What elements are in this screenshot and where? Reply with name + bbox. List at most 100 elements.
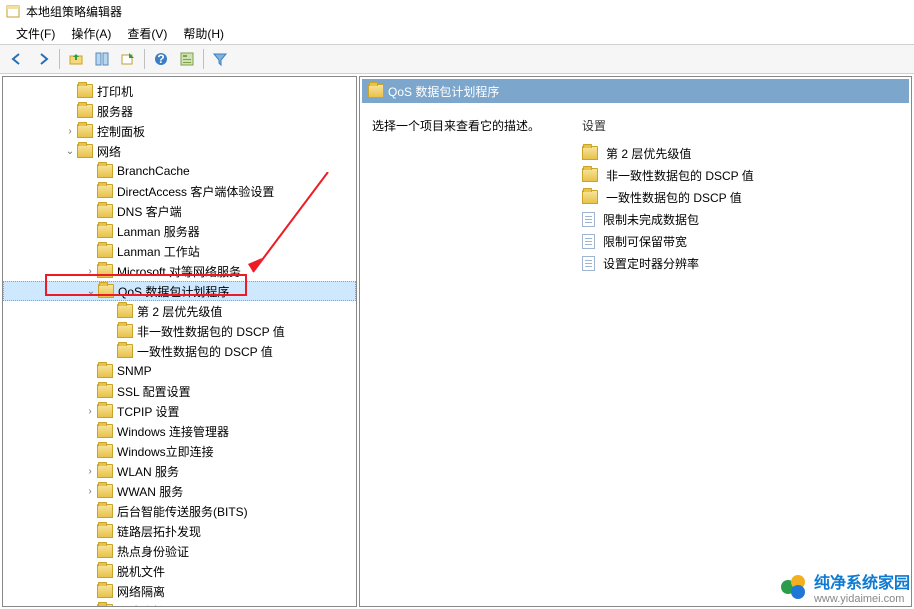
chevron-down-icon[interactable]: ⌄ — [84, 286, 98, 297]
tree-label: WWAN 服务 — [117, 483, 187, 500]
chevron-right-icon[interactable]: › — [83, 406, 97, 417]
setting-label: 限制未完成数据包 — [603, 211, 699, 228]
tree-panel[interactable]: 打印机服务器 › 控制面板⌄网络 BranchCache DirectAccess 客户… — [2, 76, 357, 607]
tree-node[interactable]: 服务器 — [3, 101, 356, 121]
menu-help[interactable]: 帮助(H) — [175, 23, 232, 44]
setting-item[interactable]: 设置定时器分辨率 — [582, 252, 899, 274]
tree-node[interactable]: DirectAccess 客户端体验设置 — [3, 181, 356, 201]
setting-item[interactable]: 第 2 层优先级值 — [582, 142, 899, 164]
toolbar-separator — [203, 49, 204, 69]
setting-item[interactable]: 限制未完成数据包 — [582, 208, 899, 230]
tree-label: 服务器 — [97, 103, 137, 120]
tree-node[interactable]: ⌄网络 — [3, 141, 356, 161]
tree-node[interactable]: › 控制面板 — [3, 121, 356, 141]
tree-node[interactable]: BranchCache — [3, 161, 356, 181]
menu-view[interactable]: 查看(V) — [119, 23, 175, 44]
tree-label: Lanman 工作站 — [117, 243, 204, 260]
tree-node[interactable]: SNMP — [3, 361, 356, 381]
folder-icon — [97, 204, 113, 218]
properties-button[interactable] — [175, 47, 199, 71]
watermark: 纯净系统家园 www.yidaimei.com — [778, 569, 910, 605]
tree-label: 一致性数据包的 DSCP 值 — [137, 343, 277, 360]
folder-icon — [97, 484, 113, 498]
tree-node[interactable]: ›Microsoft 对等网络服务 — [3, 261, 356, 281]
chevron-right-icon[interactable]: › — [83, 466, 97, 477]
tree-node[interactable]: SSL 配置设置 — [3, 381, 356, 401]
setting-item[interactable]: 一致性数据包的 DSCP 值 — [582, 186, 899, 208]
folder-icon — [97, 384, 113, 398]
folder-icon — [97, 564, 113, 578]
folder-icon — [117, 324, 133, 338]
folder-icon — [97, 464, 113, 478]
filter-button[interactable] — [208, 47, 232, 71]
tree-node[interactable]: Windows立即连接 — [3, 441, 356, 461]
tree-node[interactable]: 打印机 — [3, 81, 356, 101]
setting-item[interactable]: 非一致性数据包的 DSCP 值 — [582, 164, 899, 186]
tree-label: 后台智能传送服务(BITS) — [117, 503, 252, 520]
tree-node[interactable]: 脱机文件 — [3, 561, 356, 581]
tree-label: 链路层拓扑发现 — [117, 523, 205, 540]
detail-prompt: 选择一个项目来查看它的描述。 — [372, 117, 542, 134]
detail-header-label: QoS 数据包计划程序 — [388, 83, 499, 100]
folder-icon — [97, 404, 113, 418]
folder-icon — [97, 504, 113, 518]
folder-up-button[interactable] — [64, 47, 88, 71]
tree-node[interactable]: ›WLAN 服务 — [3, 461, 356, 481]
folder-icon — [97, 544, 113, 558]
tree-label: SNMP — [117, 364, 156, 378]
folder-icon — [117, 304, 133, 318]
menu-file[interactable]: 文件(F) — [8, 23, 63, 44]
tree-node[interactable]: 网络隔离 — [3, 581, 356, 601]
detail-panel: QoS 数据包计划程序 选择一个项目来查看它的描述。 设置 第 2 层优先级值非… — [359, 76, 912, 607]
list-layout-button[interactable] — [90, 47, 114, 71]
folder-icon — [77, 124, 93, 138]
tree-node[interactable]: 非一致性数据包的 DSCP 值 — [3, 321, 356, 341]
chevron-down-icon[interactable]: ⌄ — [63, 146, 77, 157]
folder-icon — [97, 604, 113, 607]
tree-node[interactable]: 热点身份验证 — [3, 541, 356, 561]
tree-node[interactable]: 网络连接 — [3, 601, 356, 607]
folder-icon — [97, 444, 113, 458]
folder-icon — [97, 224, 113, 238]
tree-node[interactable]: 链路层拓扑发现 — [3, 521, 356, 541]
policy-icon — [582, 212, 595, 227]
svg-text:?: ? — [157, 52, 164, 66]
settings-column-header: 设置 — [582, 117, 899, 134]
policy-icon — [582, 234, 595, 249]
back-button[interactable] — [5, 47, 29, 71]
help-button[interactable]: ? — [149, 47, 173, 71]
tree-node[interactable]: › TCPIP 设置 — [3, 401, 356, 421]
tree-label: BranchCache — [117, 164, 194, 178]
tree-node[interactable]: 一致性数据包的 DSCP 值 — [3, 341, 356, 361]
app-icon — [6, 4, 20, 18]
tree-label: 网络隔离 — [117, 583, 169, 600]
tree-label: 控制面板 — [97, 123, 149, 140]
setting-item[interactable]: 限制可保留带宽 — [582, 230, 899, 252]
watermark-logo-icon — [778, 572, 808, 602]
tree-node[interactable]: 第 2 层优先级值 — [3, 301, 356, 321]
forward-button[interactable] — [31, 47, 55, 71]
tree-label: SSL 配置设置 — [117, 383, 195, 400]
setting-label: 限制可保留带宽 — [603, 233, 687, 250]
tree-node[interactable]: ⌄QoS 数据包计划程序 — [3, 281, 356, 301]
tree-label: 第 2 层优先级值 — [137, 303, 226, 320]
export-button[interactable] — [116, 47, 140, 71]
tree-node[interactable]: Lanman 服务器 — [3, 221, 356, 241]
folder-icon — [117, 344, 133, 358]
folder-icon — [582, 168, 598, 182]
menu-bar: 文件(F) 操作(A) 查看(V) 帮助(H) — [0, 22, 914, 44]
folder-icon — [97, 184, 113, 198]
watermark-url: www.yidaimei.com — [814, 593, 910, 605]
chevron-right-icon[interactable]: › — [83, 486, 97, 497]
tree-node[interactable]: Windows 连接管理器 — [3, 421, 356, 441]
tree-node[interactable]: 后台智能传送服务(BITS) — [3, 501, 356, 521]
chevron-right-icon[interactable]: › — [63, 126, 77, 137]
setting-label: 第 2 层优先级值 — [606, 145, 691, 162]
tree-node[interactable]: Lanman 工作站 — [3, 241, 356, 261]
menu-action[interactable]: 操作(A) — [63, 23, 119, 44]
window-title: 本地组策略编辑器 — [26, 3, 122, 20]
tree-label: TCPIP 设置 — [117, 403, 183, 420]
chevron-right-icon[interactable]: › — [83, 266, 97, 277]
tree-node[interactable]: › WWAN 服务 — [3, 481, 356, 501]
tree-node[interactable]: DNS 客户端 — [3, 201, 356, 221]
